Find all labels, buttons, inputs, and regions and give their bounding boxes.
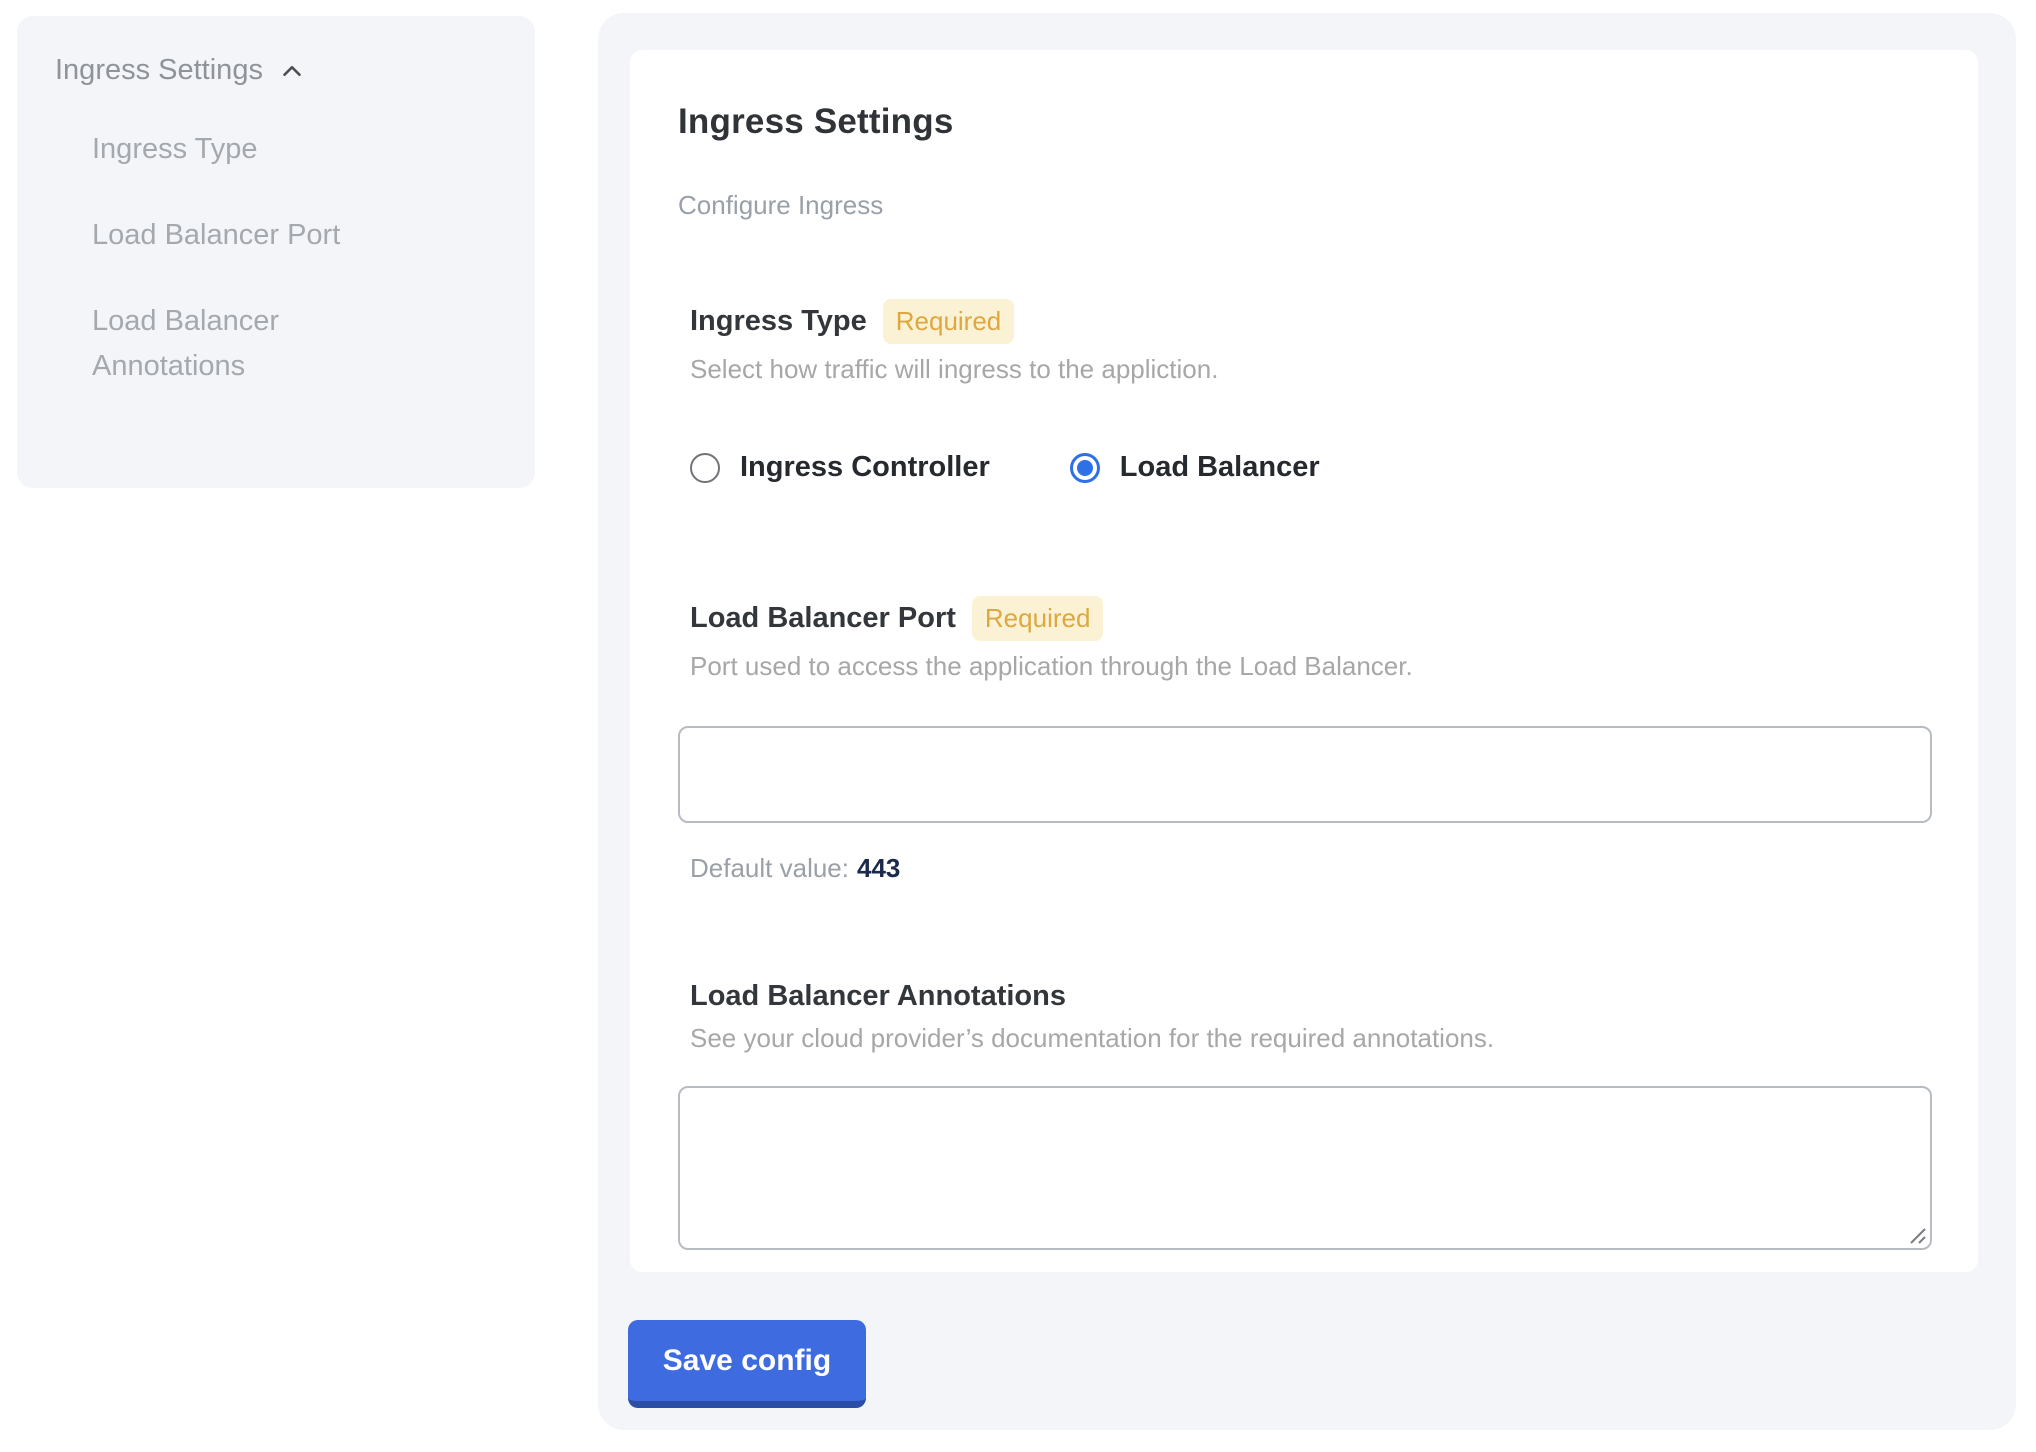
sidebar-item-ingress-type[interactable]: Ingress Type <box>92 127 422 172</box>
sidebar-item-load-balancer-annotations[interactable]: Load Balancer Annotations <box>92 299 422 389</box>
field-description-ingress-type: Select how traffic will ingress to the a… <box>690 354 1918 385</box>
sidebar-item-load-balancer-port[interactable]: Load Balancer Port <box>92 213 422 258</box>
sidebar-item-list: Ingress Type Load Balancer Port Load Bal… <box>92 127 505 389</box>
radio-label: Load Balancer <box>1120 451 1320 484</box>
default-value-row: Default value: 443 <box>690 853 1918 884</box>
field-ingress-type: Ingress Type Required Select how traffic… <box>690 299 1918 484</box>
field-description-load-balancer-port: Port used to access the application thro… <box>690 651 1918 682</box>
load-balancer-port-input[interactable] <box>678 726 1932 823</box>
ingress-settings-card: Ingress Settings Configure Ingress Ingre… <box>630 50 1978 1272</box>
default-value-label: Default value: <box>690 853 849 883</box>
annotations-textarea-wrap <box>678 1086 1932 1250</box>
field-load-balancer-annotations: Load Balancer Annotations See your cloud… <box>690 980 1918 1250</box>
required-badge: Required <box>972 596 1104 641</box>
field-load-balancer-port: Load Balancer Port Required Port used to… <box>690 596 1918 884</box>
page-subtitle: Configure Ingress <box>678 190 1918 221</box>
save-config-button[interactable]: Save config <box>628 1320 866 1408</box>
chevron-up-icon <box>277 56 307 86</box>
sidebar-group-ingress-settings[interactable]: Ingress Settings <box>55 54 505 87</box>
field-label-load-balancer-port: Load Balancer Port <box>690 602 956 635</box>
radio-option-ingress-controller[interactable]: Ingress Controller <box>690 451 990 484</box>
fields-container: Ingress Type Required Select how traffic… <box>690 299 1918 1250</box>
load-balancer-annotations-textarea[interactable] <box>678 1086 1932 1250</box>
page-title: Ingress Settings <box>678 102 1918 142</box>
main-panel: Ingress Settings Configure Ingress Ingre… <box>598 13 2016 1430</box>
sidebar-group-label: Ingress Settings <box>55 54 263 87</box>
radio-circle-unselected[interactable] <box>690 453 720 483</box>
ingress-type-radio-group: Ingress Controller Load Balancer <box>690 451 1918 484</box>
field-label-ingress-type: Ingress Type <box>690 305 867 338</box>
required-badge: Required <box>883 299 1015 344</box>
radio-circle-selected[interactable] <box>1070 453 1100 483</box>
settings-sidebar: Ingress Settings Ingress Type Load Balan… <box>17 16 535 488</box>
default-value: 443 <box>857 853 900 883</box>
field-description-load-balancer-annotations: See your cloud provider’s documentation … <box>690 1023 1918 1054</box>
radio-label: Ingress Controller <box>740 451 990 484</box>
field-label-load-balancer-annotations: Load Balancer Annotations <box>690 980 1066 1013</box>
radio-option-load-balancer[interactable]: Load Balancer <box>1070 451 1320 484</box>
